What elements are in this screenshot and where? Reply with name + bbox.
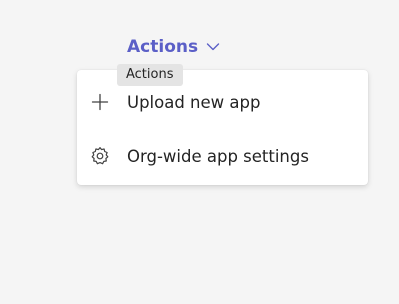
- actions-button-label: Actions: [127, 37, 199, 57]
- actions-tooltip: Actions: [117, 64, 183, 86]
- page: Actions Upload new app Org-wide app sett…: [0, 0, 399, 304]
- actions-menu: Upload new app Org-wide app settings: [77, 70, 368, 185]
- menu-item-label: Upload new app: [127, 92, 261, 112]
- actions-dropdown-button[interactable]: Actions: [127, 34, 220, 60]
- gear-icon: [89, 145, 111, 167]
- plus-icon: [89, 91, 111, 113]
- chevron-down-icon: [206, 43, 220, 51]
- menu-item-label: Org-wide app settings: [127, 146, 309, 166]
- menu-item-org-wide-app-settings[interactable]: Org-wide app settings: [77, 132, 368, 180]
